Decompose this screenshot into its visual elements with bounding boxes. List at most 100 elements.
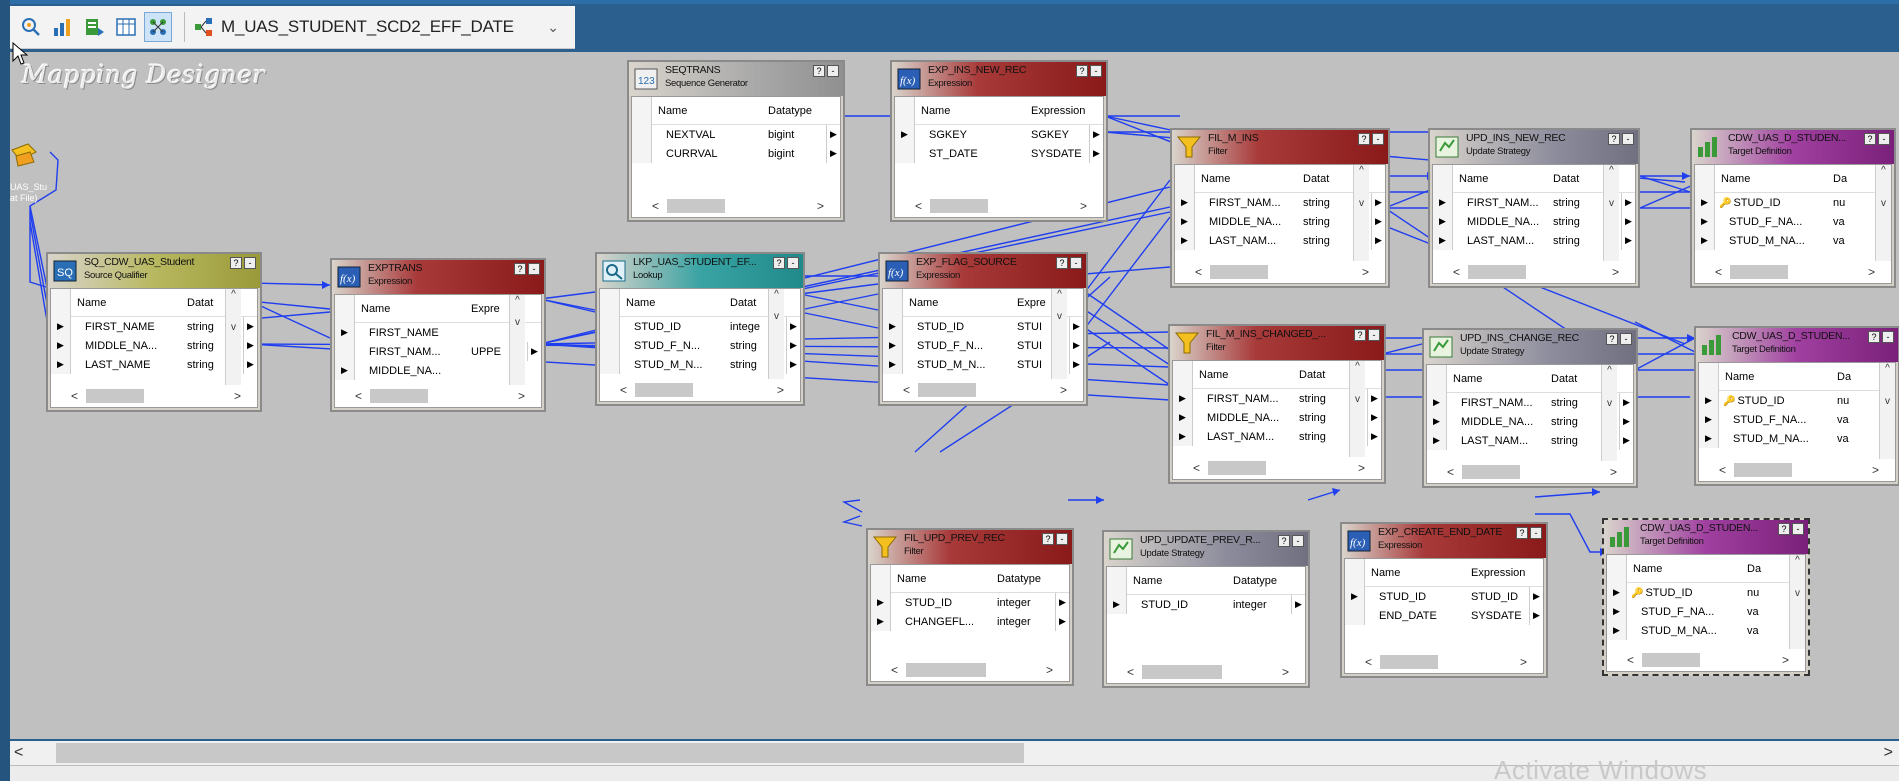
node-fil-m-ins-changed[interactable]: FIL_M_INS_CHANGED_... Filter ? - Name Data…: [1168, 324, 1386, 484]
input-port-icon[interactable]: ▶: [1695, 231, 1715, 250]
node-vscroll[interactable]: ^ v: [1875, 165, 1891, 261]
mapping-designer-icon[interactable]: [144, 12, 172, 42]
output-port-icon[interactable]: ▶: [527, 342, 541, 361]
col-header-expression[interactable]: Expre: [1013, 297, 1053, 309]
node-hscroll[interactable]: < >: [891, 659, 1053, 681]
help-icon[interactable]: ?: [1868, 331, 1880, 343]
col-header-name[interactable]: Name: [903, 297, 1013, 309]
output-port-icon[interactable]: ▶: [1089, 144, 1103, 163]
scroll-right-icon[interactable]: >: [1884, 741, 1893, 765]
output-port-icon[interactable]: ▶: [1371, 212, 1385, 231]
col-header-datatype[interactable]: Datat: [1547, 373, 1603, 385]
port-row[interactable]: ▶ STUD_M_NA... va: [1607, 621, 1805, 640]
output-port-icon[interactable]: ▶: [1069, 355, 1083, 374]
input-port-icon[interactable]: ▶: [883, 317, 903, 336]
output-port-icon[interactable]: ▶: [1055, 612, 1069, 631]
input-port-icon[interactable]: ▶: [883, 355, 903, 374]
col-header-name[interactable]: Name: [891, 573, 993, 585]
node-fil-m-ins[interactable]: FIL_M_INS Filter ? - Name Datat ▶ FIRST_NAM…: [1170, 128, 1390, 288]
help-icon[interactable]: ?: [1778, 523, 1790, 535]
col-header-datatype[interactable]: Datat: [1549, 173, 1605, 185]
input-port-icon[interactable]: ▶: [1173, 427, 1193, 446]
node-exp-create-end-date[interactable]: f(x) EXP_CREATE_END_DATE Expression ? - N…: [1340, 522, 1548, 678]
col-header-expression[interactable]: Expre: [467, 303, 511, 315]
col-header-name[interactable]: Name: [1193, 369, 1295, 381]
col-header-name[interactable]: Name: [1627, 563, 1743, 575]
col-header-name[interactable]: Name: [620, 297, 726, 309]
output-port-icon[interactable]: ▶: [1619, 431, 1633, 450]
port-row[interactable]: ▶ STUD_F_NA... va: [1699, 410, 1895, 429]
output-port-icon[interactable]: ▶: [1529, 606, 1543, 625]
output-port-icon[interactable]: ▶: [1089, 125, 1103, 144]
node-upd-update-prev-rec[interactable]: UPD_UPDATE_PREV_R... Update Strategy ? - …: [1102, 530, 1310, 688]
col-header-name[interactable]: Name: [1719, 371, 1833, 383]
help-icon[interactable]: ?: [514, 263, 526, 275]
scroll-left-icon[interactable]: <: [14, 741, 23, 765]
input-port-icon[interactable]: ▶: [1173, 389, 1193, 408]
port-row[interactable]: NEXTVAL bigint ▶: [632, 125, 840, 144]
col-header-name[interactable]: Name: [1365, 567, 1467, 579]
minimize-icon[interactable]: -: [787, 257, 799, 269]
input-port-icon[interactable]: ▶: [1695, 193, 1715, 212]
input-port-icon[interactable]: ▶: [1699, 429, 1719, 448]
output-port-icon[interactable]: ▶: [786, 317, 800, 336]
input-port-icon[interactable]: ▶: [51, 317, 71, 336]
node-vscroll[interactable]: ^ v: [1051, 289, 1067, 379]
input-port-icon[interactable]: ▶: [1107, 595, 1127, 614]
col-header-name[interactable]: Name: [915, 105, 1027, 117]
port-row[interactable]: ▶ STUD_ID STUD_ID ▶: [1345, 587, 1543, 606]
help-icon[interactable]: ?: [813, 65, 825, 77]
node-vscroll[interactable]: ^ v: [768, 289, 784, 379]
node-hscroll[interactable]: < >: [1453, 261, 1619, 283]
source-analyzer-icon[interactable]: [16, 12, 44, 42]
help-icon[interactable]: ?: [773, 257, 785, 269]
input-port-icon[interactable]: ▶: [335, 323, 355, 342]
output-port-icon[interactable]: ▶: [1367, 427, 1381, 446]
node-hscroll[interactable]: < >: [652, 195, 824, 217]
node-lookup[interactable]: LKP_UAS_STUDENT_EF... Lookup ? - Name Data…: [595, 252, 805, 406]
output-port-icon[interactable]: ▶: [243, 336, 257, 355]
node-hscroll[interactable]: < >: [1447, 461, 1617, 483]
input-port-icon[interactable]: ▶: [1433, 231, 1453, 250]
output-port-icon[interactable]: ▶: [826, 144, 840, 163]
node-vscroll[interactable]: ^ v: [1789, 555, 1805, 649]
port-row[interactable]: ▶ 🔑 STUD_ID nu: [1607, 583, 1805, 602]
input-port-icon[interactable]: ▶: [1699, 410, 1719, 429]
col-header-name[interactable]: Name: [1453, 173, 1549, 185]
node-hscroll[interactable]: < >: [1715, 261, 1875, 283]
input-port-icon[interactable]: ▶: [1173, 408, 1193, 427]
help-icon[interactable]: ?: [1076, 65, 1088, 77]
node-vscroll[interactable]: ^ v: [1349, 361, 1365, 457]
port-row[interactable]: ▶ STUD_ID integer ▶: [1107, 595, 1305, 614]
input-port-icon[interactable]: ▶: [1427, 431, 1447, 450]
node-source-qualifier[interactable]: SQ SQ_CDW_UAS_Student Source Qualifier ?…: [46, 252, 262, 412]
node-hscroll[interactable]: < >: [71, 385, 241, 407]
help-icon[interactable]: ?: [1606, 333, 1618, 345]
col-header-name[interactable]: Name: [355, 303, 467, 315]
col-header-expression[interactable]: Expression: [1027, 105, 1089, 117]
port-row[interactable]: ▶ 🔑 STUD_ID nu: [1699, 391, 1895, 410]
port-row[interactable]: CURRVAL bigint ▶: [632, 144, 840, 163]
port-row[interactable]: ▶ STUD_M_NA... va: [1695, 231, 1891, 250]
input-port-icon[interactable]: ▶: [1175, 231, 1195, 250]
input-port-icon[interactable]: ▶: [1175, 212, 1195, 231]
col-header-datatype[interactable]: Datat: [183, 297, 227, 309]
node-hscroll[interactable]: < >: [355, 385, 525, 407]
scrollbar-thumb[interactable]: [56, 743, 1024, 763]
col-header-datatype[interactable]: Da: [1829, 173, 1859, 185]
mapplet-designer-icon[interactable]: [112, 12, 140, 42]
output-port-icon[interactable]: ▶: [826, 125, 840, 144]
input-port-icon[interactable]: ▶: [1345, 587, 1365, 606]
node-upd-ins-new-rec[interactable]: UPD_INS_NEW_REC Update Strategy ? - Name D…: [1428, 128, 1640, 288]
node-hscroll[interactable]: < >: [1127, 661, 1289, 683]
output-port-icon[interactable]: ▶: [1069, 317, 1083, 336]
help-icon[interactable]: ?: [1042, 533, 1054, 545]
node-hscroll[interactable]: < >: [620, 379, 784, 401]
port-row[interactable]: ▶ SGKEY SGKEY ▶: [895, 125, 1103, 144]
col-header-name[interactable]: Name: [1715, 173, 1829, 185]
input-port-icon[interactable]: ▶: [1427, 412, 1447, 431]
output-port-icon[interactable]: ▶: [243, 317, 257, 336]
node-upd-ins-change-rec[interactable]: UPD_INS_CHANGE_REC Update Strategy ? - Na…: [1422, 328, 1638, 488]
minimize-icon[interactable]: -: [1368, 329, 1380, 341]
minimize-icon[interactable]: -: [1292, 535, 1304, 547]
